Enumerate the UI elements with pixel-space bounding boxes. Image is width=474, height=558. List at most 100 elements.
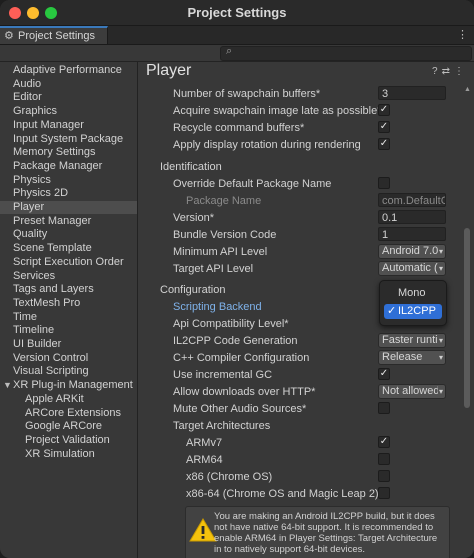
incremental-gc-label: Use incremental GC	[173, 369, 273, 381]
acquire-label: Acquire swapchain image late as possible…	[173, 105, 382, 117]
help-icon[interactable]: ?	[432, 66, 442, 77]
arm64-row: ARM64	[138, 452, 458, 468]
swapchain-field[interactable]: 3	[378, 86, 446, 100]
sidebar-item-label: Services	[13, 269, 56, 282]
sidebar-item-label: Player	[13, 201, 45, 213]
x86-64-checkbox[interactable]	[378, 487, 390, 499]
sidebar-item-label: Script Execution Order	[13, 255, 124, 268]
sidebar-item-google-arcore[interactable]: Google ARCore	[0, 420, 137, 433]
armv7-checkbox[interactable]: ✓	[378, 436, 390, 448]
sidebar-item-timeline[interactable]: Timeline	[0, 324, 137, 337]
sidebar-item-label: Preset Manager	[13, 214, 92, 227]
recycle-row: Recycle command buffers* ✓	[138, 120, 458, 136]
target-api-value: Automatic (	[382, 262, 438, 274]
sidebar-item-package-manager[interactable]: Package Manager	[0, 160, 137, 173]
sidebar-item-memory-settings[interactable]: Memory Settings	[0, 146, 137, 159]
sidebar-item-label: Input Manager	[13, 118, 84, 131]
package-name-row: Package Name com.DefaultC	[138, 193, 458, 209]
search-input[interactable]: ⌕	[220, 45, 472, 61]
expand-arrow-icon[interactable]: ▼	[3, 379, 12, 392]
bundle-version-row: Bundle Version Code 1	[138, 227, 458, 243]
version-label: Version*	[173, 212, 214, 224]
sidebar-item-arcore-extensions[interactable]: ARCore Extensions	[0, 407, 137, 420]
arm64-checkbox[interactable]	[378, 453, 390, 465]
scroll-up-arrow-icon[interactable]: ▲	[464, 86, 471, 93]
sidebar-item-player[interactable]: Player	[0, 201, 137, 214]
sidebar-item-audio[interactable]: Audio	[0, 78, 137, 91]
bundle-version-field[interactable]: 1	[378, 227, 446, 241]
option-il2cpp[interactable]: ✓ IL2CPP	[384, 304, 442, 319]
overflow-menu-icon[interactable]: ⋮	[454, 66, 468, 77]
acquire-checkbox[interactable]: ✓	[378, 104, 390, 116]
sidebar-item-physics[interactable]: Physics	[0, 174, 137, 187]
sidebar-item-editor[interactable]: Editor	[0, 91, 137, 104]
x86-checkbox[interactable]	[378, 470, 390, 482]
player-settings-panel: Player ?⇄⋮ Number of swapchain buffers* …	[138, 62, 474, 558]
cpp-compiler-label: C++ Compiler Configuration	[173, 352, 310, 364]
display-rotation-label: Apply display rotation during rendering	[173, 139, 361, 151]
window-title: Project Settings	[187, 5, 287, 20]
downloads-http-label: Allow downloads over HTTP*	[173, 386, 316, 398]
tab-project-settings[interactable]: ⚙ Project Settings	[0, 26, 108, 44]
sidebar-item-ui-builder[interactable]: UI Builder	[0, 338, 137, 351]
version-field[interactable]: 0.1	[378, 210, 446, 224]
sidebar-item-scene-template[interactable]: Scene Template	[0, 242, 137, 255]
swapchain-row: Number of swapchain buffers* 3	[138, 86, 458, 102]
sidebar-item-time[interactable]: Time	[0, 311, 137, 324]
sidebar-item-input-manager[interactable]: Input Manager	[0, 119, 137, 132]
il2cpp-codegen-dropdown[interactable]: Faster runti ▾	[378, 333, 446, 348]
sidebar-item-label: Editor	[13, 91, 42, 104]
sidebar-item-quality[interactable]: Quality	[0, 228, 137, 241]
option-mono[interactable]: Mono	[398, 287, 426, 299]
identification-section-header: Identification	[160, 161, 222, 173]
sidebar-item-tags-and-layers[interactable]: Tags and Layers	[0, 283, 137, 296]
mute-audio-checkbox[interactable]	[378, 402, 390, 414]
sidebar-item-visual-scripting[interactable]: Visual Scripting	[0, 365, 137, 378]
sidebar-item-input-system-package[interactable]: Input System Package	[0, 133, 137, 146]
scripting-backend-label: Scripting Backend	[173, 301, 262, 313]
cpp-compiler-dropdown[interactable]: Release ▾	[378, 350, 446, 365]
sidebar-item-project-validation[interactable]: Project Validation	[0, 434, 137, 447]
min-api-label: Minimum API Level	[173, 246, 268, 258]
preset-icon[interactable]: ⇄	[442, 66, 454, 77]
sidebar: Adaptive Performance Audio Editor Graphics I…	[0, 62, 138, 558]
sidebar-item-label: Version Control	[13, 351, 89, 364]
downloads-http-value: Not allowed	[382, 385, 440, 397]
sidebar-item-graphics[interactable]: Graphics	[0, 105, 137, 118]
more-options-icon[interactable]: ⋮	[457, 28, 468, 41]
sidebar-item-apple-arkit[interactable]: Apple ARKit	[0, 393, 137, 406]
sidebar-item-xr-simulation[interactable]: XR Simulation	[0, 448, 137, 461]
il2cpp-codegen-value: Faster runti	[382, 334, 438, 346]
sidebar-item-adaptive-performance[interactable]: Adaptive Performance	[0, 64, 137, 77]
min-api-value: Android 7.0	[382, 245, 439, 257]
override-pkg-checkbox[interactable]	[378, 177, 390, 189]
sidebar-item-physics-2d[interactable]: Physics 2D	[0, 187, 137, 200]
sidebar-item-preset-manager[interactable]: Preset Manager	[0, 215, 137, 228]
downloads-http-dropdown[interactable]: Not allowed ▾	[378, 384, 446, 399]
incremental-gc-checkbox[interactable]: ✓	[378, 368, 390, 380]
mute-audio-row: Mute Other Audio Sources*	[138, 401, 458, 417]
sidebar-item-script-execution-order[interactable]: Script Execution Order	[0, 256, 137, 269]
target-api-dropdown[interactable]: Automatic (▾	[378, 261, 446, 276]
project-settings-window: Project Settings ⚙ Project Settings ⋮ ⌕ …	[0, 0, 474, 558]
sidebar-item-services[interactable]: Services	[0, 270, 137, 283]
sidebar-item-label: Memory Settings	[13, 146, 96, 159]
target-api-row: Target API Level Automatic (▾	[138, 261, 458, 277]
recycle-checkbox[interactable]: ✓	[378, 121, 390, 133]
sidebar-item-label: TextMesh Pro	[13, 296, 81, 309]
display-rotation-row: Apply display rotation during rendering …	[138, 137, 458, 153]
sidebar-item-label: Scene Template	[13, 242, 92, 255]
scrollbar-thumb[interactable]	[464, 228, 470, 408]
swapchain-label: Number of swapchain buffers*	[173, 88, 321, 100]
sidebar-item-xr-plug-in-management[interactable]: ▼ XR Plug-in Management	[0, 379, 137, 392]
sidebar-item-label: Timeline	[13, 324, 55, 337]
override-pkg-label: Override Default Package Name	[173, 178, 332, 190]
sidebar-item-version-control[interactable]: Version Control	[0, 352, 137, 365]
sidebar-item-textmesh-pro[interactable]: TextMesh Pro	[0, 297, 137, 310]
min-api-dropdown[interactable]: Android 7.0 ▾	[378, 244, 446, 259]
vertical-scrollbar[interactable]: ▲	[463, 86, 472, 558]
display-rotation-checkbox[interactable]: ✓	[378, 138, 390, 150]
scripting-backend-popup: Mono ✓ IL2CPP	[379, 280, 447, 326]
sidebar-item-label: Physics	[13, 173, 51, 186]
armv7-row: ARMv7 ✓	[138, 435, 458, 451]
